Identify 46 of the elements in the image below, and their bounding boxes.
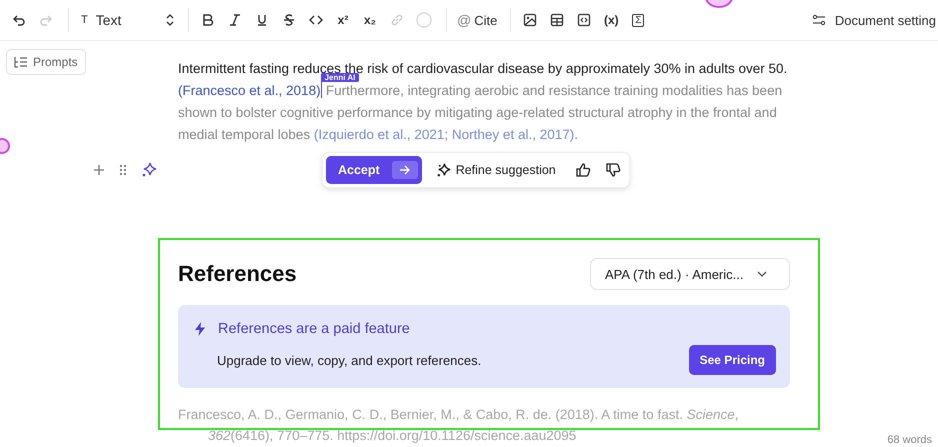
formula-button[interactable]: Σ bbox=[627, 8, 650, 32]
reference-entry: Francesco, A. D., Germanio, C. D., Bernier, M., & Cabo, R. de. (2018). A time to fast. Science, 362(6416), 770–775. https://doi.org/10.1126/science.aau2095 bbox=[178, 406, 740, 445]
prompts-button[interactable]: Prompts bbox=[6, 49, 86, 75]
lightning-icon bbox=[194, 322, 206, 336]
bold-icon bbox=[201, 13, 215, 27]
undo-icon bbox=[12, 13, 26, 27]
see-pricing-button[interactable]: See Pricing bbox=[688, 345, 776, 375]
strikethrough-icon bbox=[282, 13, 296, 27]
thumbs-up-icon bbox=[574, 162, 591, 178]
add-icon[interactable] bbox=[93, 164, 105, 176]
word-count: 68 words bbox=[887, 434, 932, 447]
chevron-up-down-icon bbox=[165, 13, 175, 27]
accept-button[interactable]: Accept bbox=[326, 156, 422, 184]
variable-button[interactable]: (x) bbox=[600, 8, 622, 32]
citation-style-dropdown[interactable]: APA (7th ed.) · Americ... bbox=[590, 258, 790, 290]
text-type-icon: T bbox=[81, 14, 88, 26]
embed-icon bbox=[577, 13, 592, 27]
sparkle-icon[interactable] bbox=[141, 162, 157, 178]
chevron-down-icon bbox=[757, 271, 768, 277]
paragraph: Intermittent fasting reduces the risk of cardiovascular disease by approximately 30% in adults over 50. (Francesco et al., 2018) Jenni AI Furthermore, integrating aerobic and resistance training modalities has been shown to bolster cognitive performance by mitigating age-related structural atrophy in the frontal and medial temporal lobes (Izquierdo et al., 2021; Northey et al., 2017). bbox=[178, 60, 788, 144]
format-button[interactable]: x² bbox=[332, 8, 354, 32]
arrow-right-icon bbox=[398, 164, 411, 176]
thumbs-down-icon bbox=[604, 162, 621, 178]
references-heading: References bbox=[178, 261, 297, 287]
sliders-icon bbox=[812, 13, 826, 27]
banner-text: Upgrade to view, copy, and export references. bbox=[217, 352, 482, 368]
citation-link[interactable]: (Francesco et al., 2018) bbox=[178, 83, 321, 98]
refine-suggestion-button[interactable]: Refine suggestion bbox=[426, 156, 566, 184]
code-icon bbox=[309, 13, 323, 27]
redo-icon bbox=[39, 13, 53, 27]
at-sign-icon: @ bbox=[457, 12, 472, 28]
circle-icon bbox=[416, 12, 432, 28]
drag-handle-icon[interactable] bbox=[119, 164, 127, 176]
underline-icon bbox=[255, 13, 269, 27]
banner-title: References are a paid feature bbox=[218, 321, 410, 337]
document-settings-button[interactable]: Document setting bbox=[810, 8, 938, 32]
table-icon bbox=[550, 13, 564, 27]
collaborator-label: Jenni AI bbox=[320, 73, 360, 82]
format-button[interactable]: x₂ bbox=[359, 8, 381, 32]
block-type-dropdown[interactable]: T Text bbox=[77, 8, 177, 32]
list-icon bbox=[14, 56, 28, 68]
link-icon bbox=[390, 13, 404, 27]
sparkle-icon bbox=[436, 162, 451, 178]
italic-icon bbox=[228, 13, 242, 27]
cite-button[interactable]: @ Cite bbox=[455, 8, 500, 32]
image-icon bbox=[523, 13, 538, 27]
